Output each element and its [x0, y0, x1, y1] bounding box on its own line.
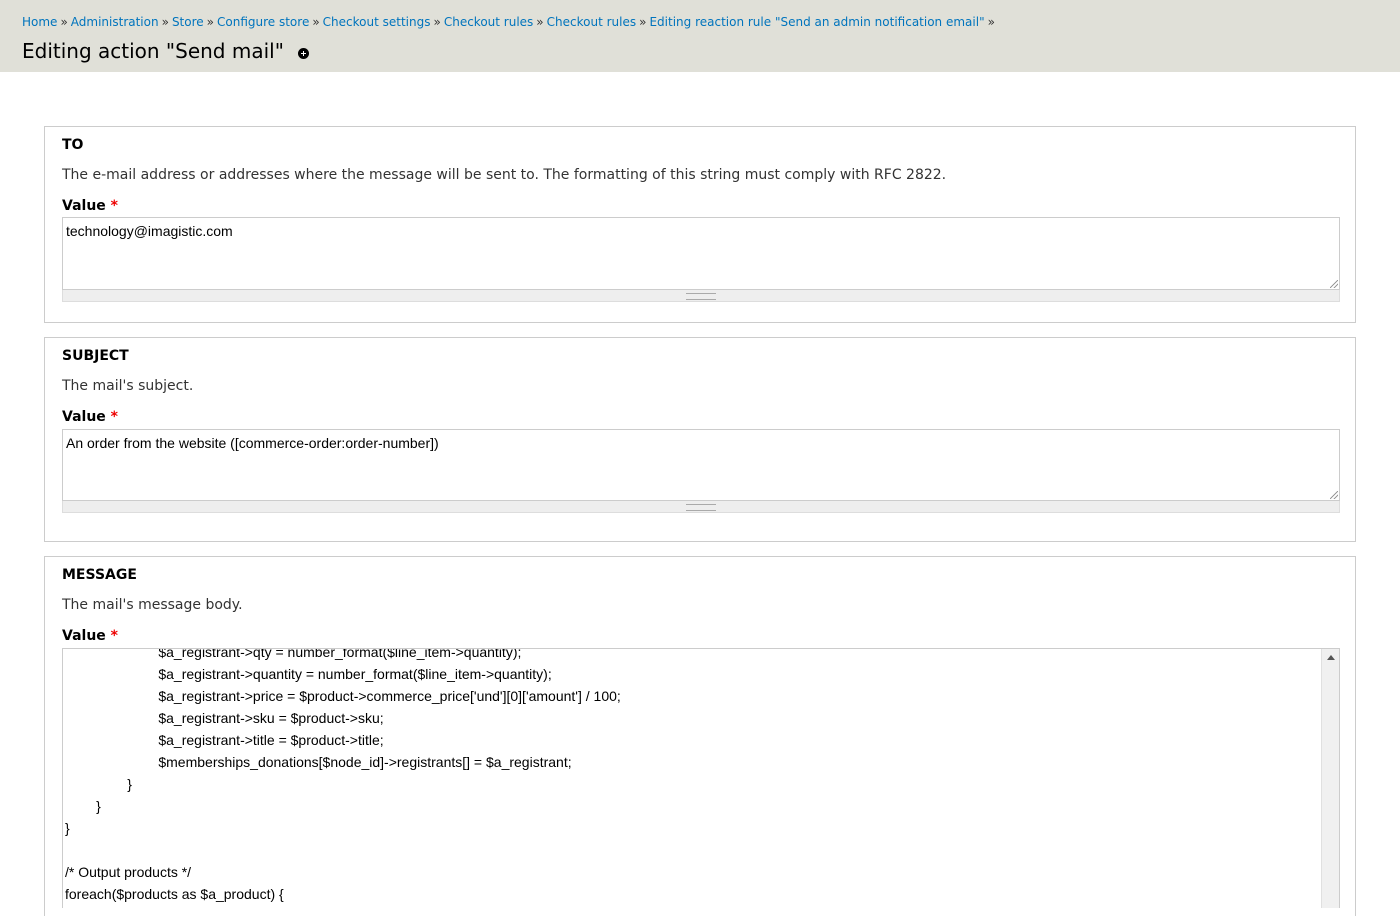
- code-line: }: [65, 820, 70, 836]
- to-legend: TO: [62, 137, 84, 153]
- code-line: }: [65, 798, 101, 814]
- code-line: $memberships_donations[$node_id]->regist…: [65, 754, 572, 770]
- code-line: foreach($products as $a_product) {: [65, 886, 284, 902]
- code-line: /* Output products */: [65, 864, 192, 880]
- required-marker: *: [110, 409, 118, 425]
- required-marker: *: [110, 198, 118, 214]
- message-value-textarea[interactable]: $a_registrant->qty = number_format($line…: [62, 648, 1340, 908]
- breadcrumb-administration[interactable]: Administration: [71, 15, 159, 29]
- breadcrumb-separator: »: [536, 15, 544, 29]
- to-value-label: Value *: [62, 198, 118, 214]
- message-code-lines: $a_registrant->qty = number_format($line…: [65, 648, 1315, 905]
- breadcrumb: Home» Administration» Store» Configure stor…: [22, 15, 998, 29]
- to-textarea-grippie[interactable]: [62, 290, 1340, 302]
- message-value-label-text: Value: [62, 628, 106, 644]
- subject-value-textarea[interactable]: An order from the website ([commerce-ord…: [62, 429, 1340, 501]
- code-line: $a_registrant->quantity = number_format(…: [65, 666, 552, 682]
- resize-corner-icon[interactable]: [1330, 491, 1338, 499]
- page-title: Editing action "Send mail": [22, 39, 309, 63]
- code-line: $a_registrant->price = $product->commerc…: [65, 688, 621, 704]
- code-line: $a_registrant->qty = number_format($line…: [65, 648, 522, 660]
- breadcrumb-checkout-settings[interactable]: Checkout settings: [323, 15, 431, 29]
- page-title-text: Editing action "Send mail": [22, 39, 284, 63]
- add-shortcut-icon[interactable]: [297, 48, 309, 59]
- message-scrollbar[interactable]: [1321, 649, 1339, 908]
- subject-legend: SUBJECT: [62, 348, 129, 364]
- breadcrumb-store[interactable]: Store: [172, 15, 204, 29]
- breadcrumb-separator: »: [60, 15, 68, 29]
- page-header: Home» Administration» Store» Configure stor…: [0, 0, 1400, 72]
- code-line: $a_registrant->title = $product->title;: [65, 732, 384, 748]
- breadcrumb-separator: »: [161, 15, 169, 29]
- subject-textarea-grippie[interactable]: [62, 501, 1340, 513]
- subject-value-label: Value *: [62, 409, 118, 425]
- breadcrumb-separator: »: [312, 15, 320, 29]
- message-fieldset: MESSAGE The mail's message body. Value *…: [44, 556, 1356, 916]
- breadcrumb-editing-reaction-rule[interactable]: Editing reaction rule "Send an admin not…: [649, 15, 984, 29]
- code-line: }: [65, 776, 132, 792]
- message-legend: MESSAGE: [62, 567, 137, 583]
- breadcrumb-separator: »: [987, 15, 995, 29]
- to-description: The e-mail address or addresses where th…: [62, 167, 947, 183]
- breadcrumb-separator: »: [433, 15, 441, 29]
- breadcrumb-separator: »: [639, 15, 647, 29]
- to-value-label-text: Value: [62, 198, 106, 214]
- subject-value-label-text: Value: [62, 409, 106, 425]
- breadcrumb-checkout-rules[interactable]: Checkout rules: [444, 15, 533, 29]
- to-fieldset: TO The e-mail address or addresses where…: [44, 126, 1356, 323]
- message-value-label: Value *: [62, 628, 118, 644]
- scroll-up-arrow-icon[interactable]: [1327, 655, 1335, 660]
- breadcrumb-configure-store[interactable]: Configure store: [217, 15, 309, 29]
- breadcrumb-home[interactable]: Home: [22, 15, 57, 29]
- breadcrumb-separator: »: [206, 15, 214, 29]
- breadcrumb-checkout-rules-2[interactable]: Checkout rules: [547, 15, 636, 29]
- subject-description: The mail's subject.: [62, 378, 194, 394]
- code-line: $a_registrant->sku = $product->sku;: [65, 710, 384, 726]
- subject-fieldset: SUBJECT The mail's subject. Value * An o…: [44, 337, 1356, 542]
- message-description: The mail's message body.: [62, 597, 243, 613]
- to-value-textarea[interactable]: technology@imagistic.com: [62, 217, 1340, 290]
- resize-corner-icon[interactable]: [1330, 280, 1338, 288]
- required-marker: *: [110, 628, 118, 644]
